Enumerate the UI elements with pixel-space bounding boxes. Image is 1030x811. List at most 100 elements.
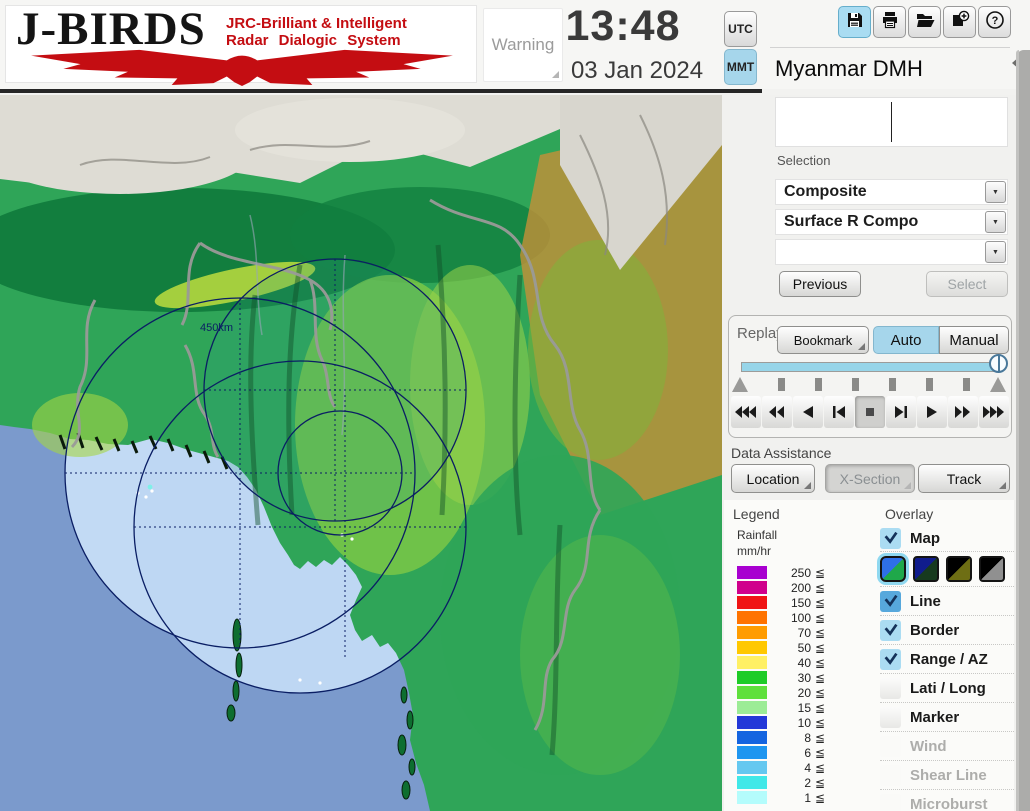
product-dropdown-2[interactable]: Surface R Compo ▼ <box>775 209 1008 235</box>
auto-mode-button[interactable]: Auto <box>873 326 939 354</box>
legend-row: 10 ≦ <box>737 715 867 730</box>
map-style-navy-darkgreen[interactable] <box>913 556 939 582</box>
clock-date: 03 Jan 2024 <box>570 57 704 84</box>
save-button[interactable] <box>838 6 871 38</box>
play-button[interactable] <box>917 396 947 428</box>
legend-title: Rainfall mm/hr <box>737 527 867 559</box>
overlay-item-range-az: Range / AZ <box>880 644 1014 673</box>
legend-value: 50 <box>797 640 811 655</box>
x-section-button[interactable]: X-Section <box>825 464 915 493</box>
help-button[interactable]: ? <box>978 6 1011 38</box>
play-reverse-icon <box>803 406 813 418</box>
legend-color-swatch <box>737 596 767 609</box>
fast-forward-button[interactable] <box>948 396 978 428</box>
slider-tick <box>852 378 859 391</box>
legend-color-swatch <box>737 701 767 714</box>
app-logo: J-BIRDS JRC-Brilliant & Intelligent Rada… <box>5 3 477 86</box>
legend-leq-symbol: ≦ <box>815 790 826 805</box>
map-style-black-olive[interactable] <box>946 556 972 582</box>
overlay-checkbox[interactable] <box>880 706 901 728</box>
overlay-checkbox[interactable] <box>880 590 901 612</box>
overlay-item-label: Marker <box>910 708 960 726</box>
save-icon <box>845 10 865 35</box>
open-folder-icon <box>915 10 935 35</box>
previous-button[interactable]: Previous <box>779 271 861 297</box>
legend-color-swatch <box>737 581 767 594</box>
manual-mode-button[interactable]: Manual <box>939 326 1009 354</box>
add-window-icon <box>950 10 970 35</box>
header-divider <box>0 89 762 93</box>
overlay-item-line: Line <box>880 586 1014 615</box>
map-style-black-gray[interactable] <box>979 556 1005 582</box>
legend-row: 250 ≦ <box>737 565 867 580</box>
legend-leq-symbol: ≦ <box>815 700 826 715</box>
overlay-checkbox[interactable] <box>880 677 901 699</box>
product-dropdown-1[interactable]: Composite ▼ <box>775 179 1008 205</box>
legend-label: Legend <box>733 506 780 522</box>
overlay-checkbox <box>880 764 901 786</box>
legend-value: 10 <box>797 715 811 730</box>
legend-value: 40 <box>797 655 811 670</box>
legend-value: 4 <box>804 760 811 775</box>
overlay-item-marker: Marker <box>880 702 1014 731</box>
play-reverse-button[interactable] <box>793 396 823 428</box>
warning-button[interactable]: Warning <box>483 8 563 82</box>
replay-group: Replay Bookmark Auto Manual <box>728 315 1012 438</box>
chevron-down-icon[interactable]: ▼ <box>985 181 1006 203</box>
mmt-button[interactable]: MMT <box>724 49 757 85</box>
panel-scrollbar[interactable] <box>1016 50 1030 811</box>
location-button[interactable]: Location <box>731 464 815 493</box>
legend-leq-symbol: ≦ <box>815 670 826 685</box>
overlay-checkbox[interactable] <box>880 619 901 641</box>
open-folder-button[interactable] <box>908 6 941 38</box>
rewind-button[interactable] <box>762 396 792 428</box>
overlay-item-label: Lati / Long <box>910 679 986 697</box>
map-style-blue-green[interactable] <box>880 556 906 582</box>
range-end-marker[interactable] <box>990 377 1006 392</box>
legend-leq-symbol: ≦ <box>815 610 826 625</box>
replay-slider-track[interactable] <box>741 362 1000 372</box>
stop-icon <box>866 408 874 416</box>
overlay-checkbox[interactable] <box>880 527 901 549</box>
overlay-item-label: Border <box>910 621 960 639</box>
rewind-max-button[interactable] <box>731 396 761 428</box>
fast-forward-max-button[interactable] <box>979 396 1009 428</box>
radar-map[interactable]: 450km <box>0 95 722 811</box>
help-icon: ? <box>985 10 1005 35</box>
legend-color-swatch <box>737 671 767 684</box>
print-button[interactable] <box>873 6 906 38</box>
legend-value: 1 <box>804 790 811 805</box>
select-button: Select <box>926 271 1008 297</box>
track-button[interactable]: Track <box>918 464 1010 493</box>
step-back-button[interactable] <box>824 396 854 428</box>
add-window-button[interactable] <box>943 6 976 38</box>
legend-color-swatch <box>737 791 767 804</box>
legend-value: 6 <box>804 745 811 760</box>
legend-row: 30 ≦ <box>737 670 867 685</box>
legend-leq-symbol: ≦ <box>815 580 826 595</box>
station-name: Myanmar DMH <box>775 56 923 81</box>
overlay-item-lati-long: Lati / Long <box>880 673 1014 702</box>
logo-subtitle-line1: JRC-Brilliant & Intelligent <box>226 15 407 32</box>
legend-row: 4 ≦ <box>737 760 867 775</box>
range-start-marker[interactable] <box>732 377 748 392</box>
product-dropdown-1-value: Composite <box>784 183 867 200</box>
svg-text:?: ? <box>991 15 998 27</box>
toolbar-separator <box>770 47 1010 48</box>
step-forward-button[interactable] <box>886 396 916 428</box>
slider-tick <box>778 378 785 391</box>
product-dropdown-2-value: Surface R Compo <box>784 213 919 230</box>
overlay-checkbox[interactable] <box>880 648 901 670</box>
legend-row: 150 ≦ <box>737 595 867 610</box>
replay-slider-handle[interactable] <box>989 354 1008 373</box>
overlay-item-border: Border <box>880 615 1014 644</box>
utc-button[interactable]: UTC <box>724 11 757 47</box>
fast-forward-max-icon <box>983 406 1004 418</box>
chevron-down-icon[interactable]: ▼ <box>985 211 1006 233</box>
step-forward-icon <box>895 406 907 418</box>
stop-button[interactable] <box>855 396 885 428</box>
product-dropdown-3[interactable]: ▼ <box>775 239 1008 265</box>
bookmark-button[interactable]: Bookmark <box>777 326 869 354</box>
legend-row: 50 ≦ <box>737 640 867 655</box>
chevron-down-icon[interactable]: ▼ <box>985 241 1006 263</box>
